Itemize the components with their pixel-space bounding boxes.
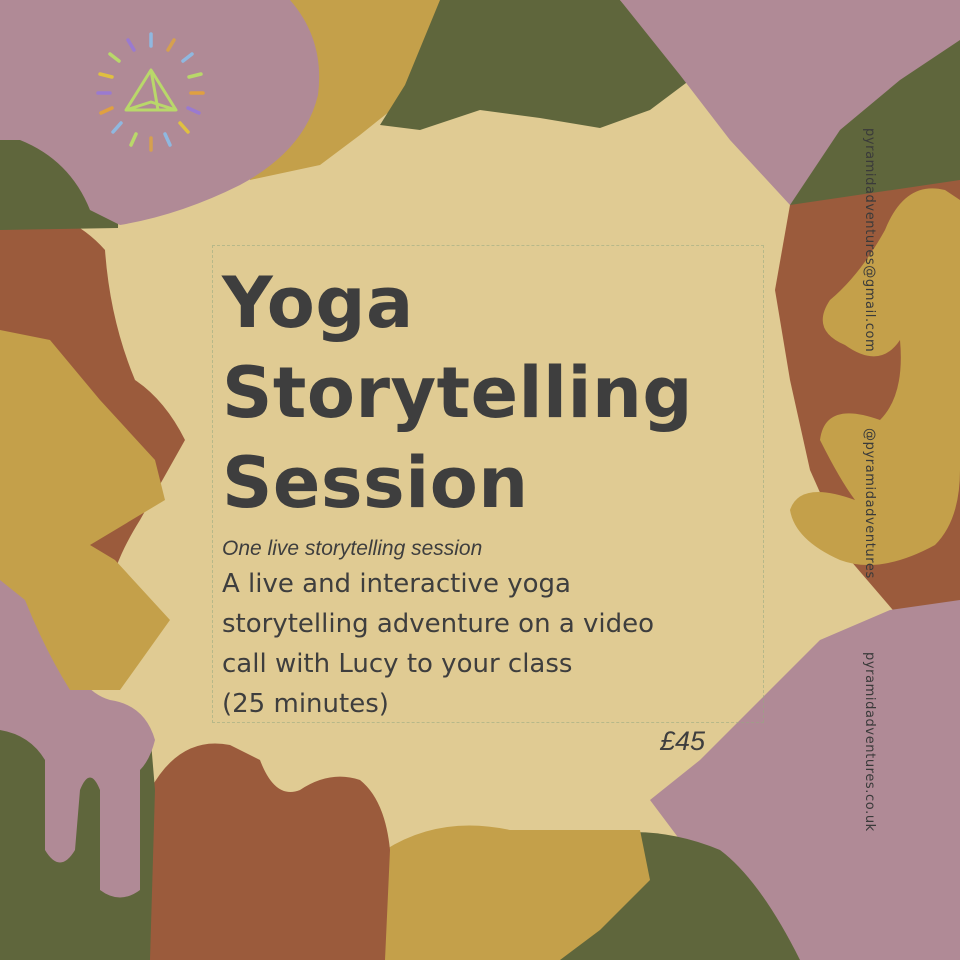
description-line: A live and interactive yoga	[222, 569, 571, 599]
title-line: Yoga	[222, 262, 414, 344]
session-price: £45	[660, 726, 706, 756]
session-subtitle: One live storytelling session	[222, 537, 483, 560]
contact-email: pyramidadventures@gmail.com	[862, 128, 877, 353]
pyramid-sunburst-icon	[96, 32, 205, 152]
social-handle: @pyramidadventures	[862, 428, 877, 579]
session-description: A live and interactive yoga storytelling…	[222, 564, 742, 724]
description-line: call with Lucy to your class	[222, 649, 573, 679]
website-url: pyramidadventures.co.uk	[862, 652, 877, 832]
title-line: Storytelling	[222, 352, 693, 434]
description-line: storytelling adventure on a video	[222, 609, 655, 639]
session-title: Yoga Storytelling Session	[222, 258, 693, 528]
poster: Yoga Storytelling Session One live story…	[0, 0, 960, 960]
title-line: Session	[222, 442, 529, 524]
description-line: (25 minutes)	[222, 689, 389, 719]
